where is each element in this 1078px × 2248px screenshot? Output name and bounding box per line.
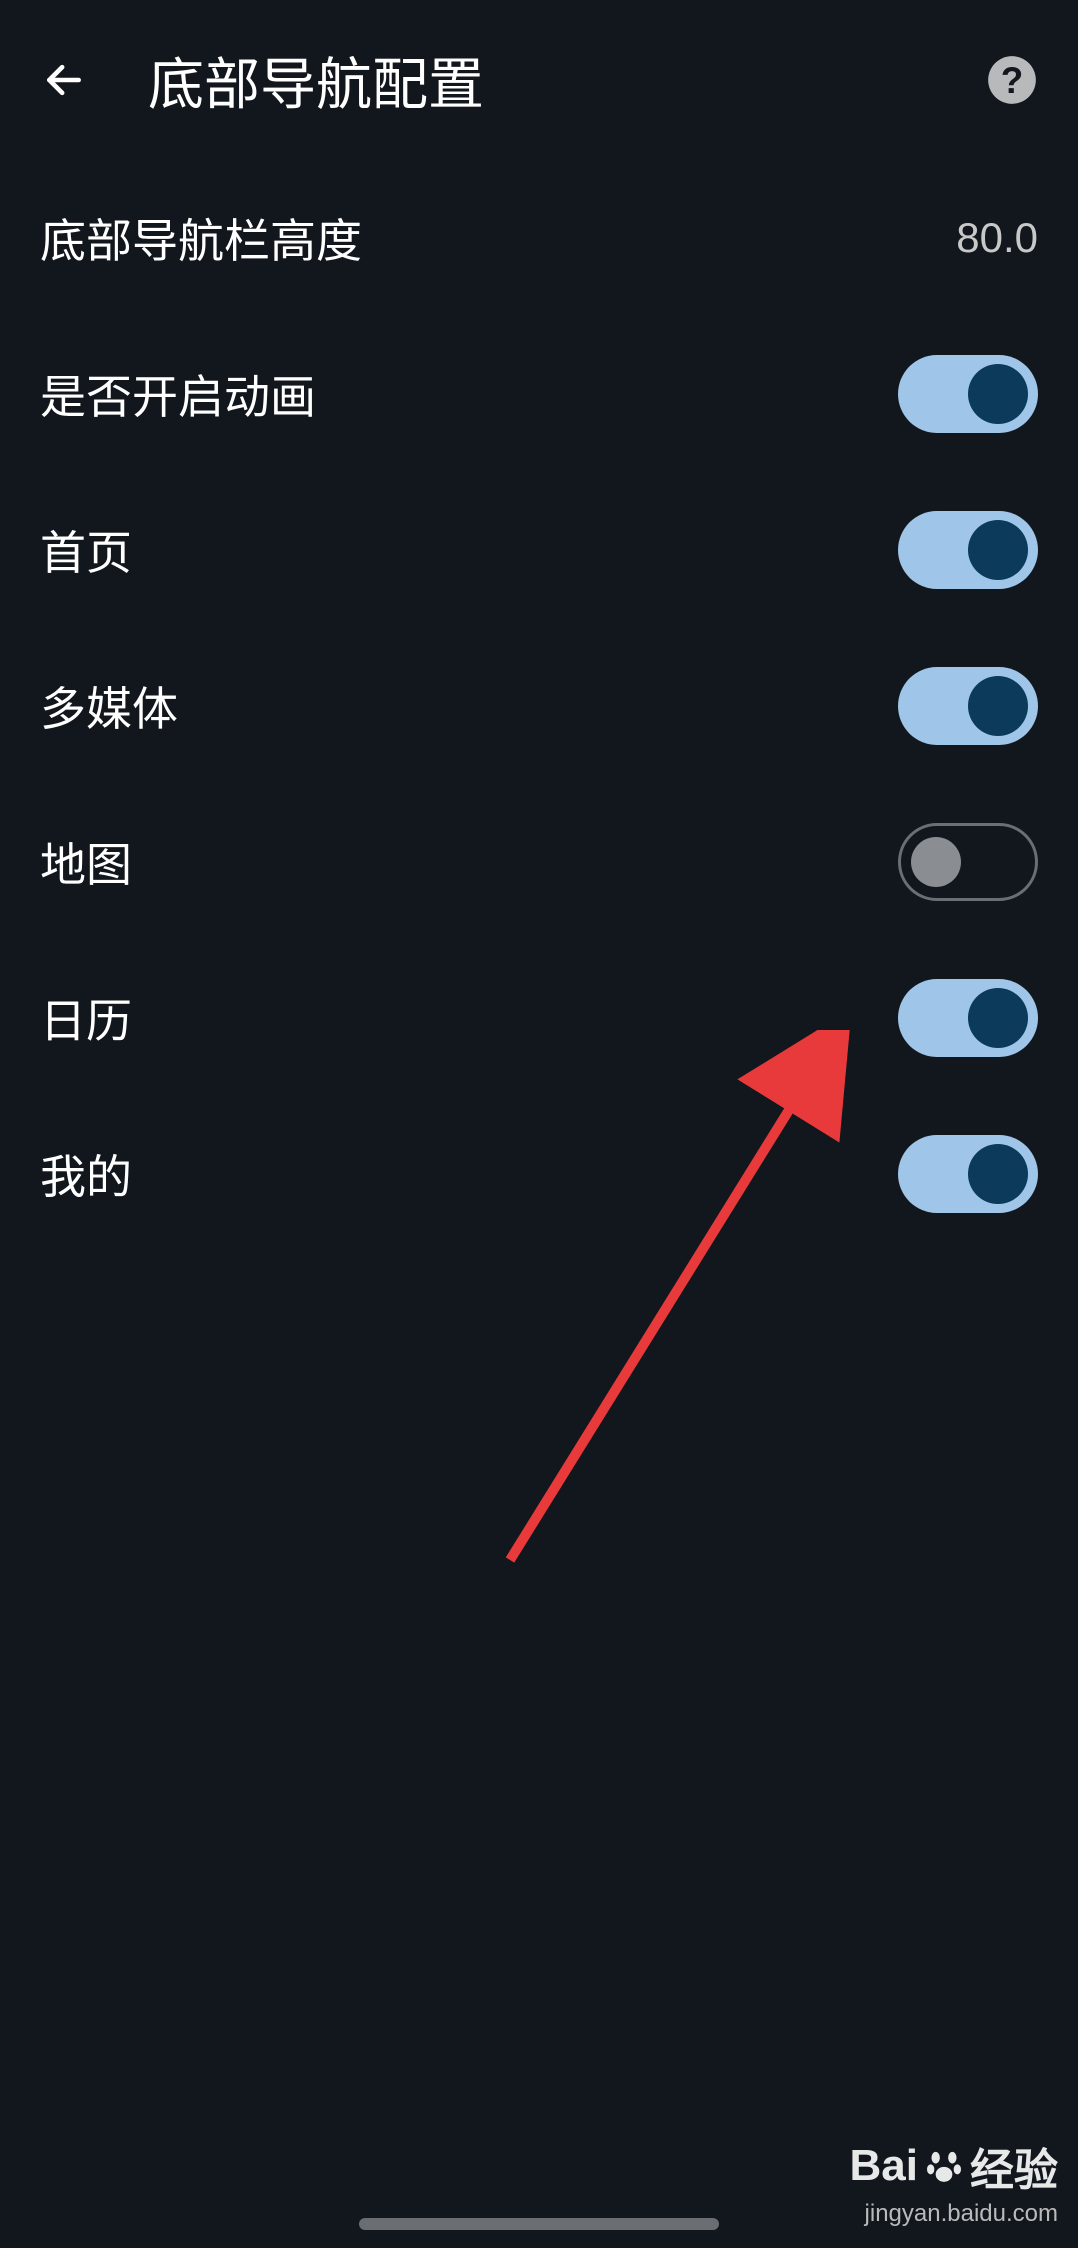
setting-row-animation: 是否开启动画 bbox=[40, 316, 1038, 472]
watermark-url: jingyan.baidu.com bbox=[850, 2200, 1058, 2228]
toggle-map[interactable] bbox=[898, 823, 1038, 901]
setting-label: 底部导航栏高度 bbox=[40, 205, 362, 271]
toggle-thumb bbox=[968, 988, 1028, 1048]
toggle-home[interactable] bbox=[898, 511, 1038, 589]
setting-row-multimedia: 多媒体 bbox=[40, 628, 1038, 784]
setting-row-height[interactable]: 底部导航栏高度 80.0 bbox=[40, 160, 1038, 316]
setting-label: 地图 bbox=[40, 829, 132, 895]
toggle-thumb bbox=[968, 1144, 1028, 1204]
watermark-brand-suffix: 经验 bbox=[970, 2134, 1058, 2198]
toggle-thumb bbox=[968, 676, 1028, 736]
back-arrow-icon[interactable] bbox=[40, 56, 88, 104]
setting-row-calendar: 日历 bbox=[40, 940, 1038, 1096]
toggle-thumb bbox=[968, 520, 1028, 580]
watermark-logo: Bai 经验 bbox=[850, 2134, 1058, 2198]
toggle-multimedia[interactable] bbox=[898, 667, 1038, 745]
setting-label: 是否开启动画 bbox=[40, 361, 316, 427]
toggle-thumb bbox=[911, 837, 961, 887]
setting-row-mine: 我的 bbox=[40, 1096, 1038, 1252]
paw-icon bbox=[924, 2146, 964, 2186]
setting-row-home: 首页 bbox=[40, 472, 1038, 628]
setting-label: 日历 bbox=[40, 985, 132, 1051]
toggle-calendar[interactable] bbox=[898, 979, 1038, 1057]
watermark: Bai 经验 jingyan.baidu.com bbox=[850, 2134, 1058, 2228]
toggle-thumb bbox=[968, 364, 1028, 424]
app-header: 底部导航配置 ? bbox=[0, 0, 1078, 160]
settings-list: 底部导航栏高度 80.0 是否开启动画 首页 多媒体 地图 日历 我的 bbox=[0, 160, 1078, 1252]
toggle-mine[interactable] bbox=[898, 1135, 1038, 1213]
toggle-animation[interactable] bbox=[898, 355, 1038, 433]
watermark-brand-prefix: Bai bbox=[850, 2141, 918, 2191]
setting-row-map: 地图 bbox=[40, 784, 1038, 940]
home-indicator[interactable] bbox=[359, 2218, 719, 2230]
page-title: 底部导航配置 bbox=[148, 40, 986, 121]
setting-label: 多媒体 bbox=[40, 673, 178, 739]
help-icon[interactable]: ? bbox=[986, 54, 1038, 106]
svg-text:?: ? bbox=[1001, 60, 1024, 101]
setting-value: 80.0 bbox=[956, 214, 1038, 262]
setting-label: 我的 bbox=[40, 1141, 132, 1207]
setting-label: 首页 bbox=[40, 517, 132, 583]
